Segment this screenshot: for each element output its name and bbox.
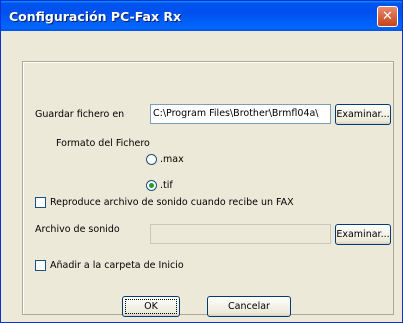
cancel-button[interactable]: Cancelar bbox=[207, 296, 291, 317]
format-tif-radio[interactable] bbox=[146, 180, 157, 191]
save-location-label: Guardar fichero en bbox=[35, 109, 125, 120]
title-bar[interactable]: Configuración PC-Fax Rx ✕ bbox=[1, 1, 402, 31]
save-path-field[interactable]: C:\Program Files\Brother\Brmfl04a\ bbox=[150, 104, 331, 124]
close-button[interactable]: ✕ bbox=[377, 6, 398, 27]
close-icon: ✕ bbox=[382, 9, 393, 24]
browse-sound-file-button[interactable]: Examinar... bbox=[335, 224, 391, 245]
window-title: Configuración PC-Fax Rx bbox=[9, 9, 182, 24]
dialog-body: Guardar fichero en C:\Program Files\Brot… bbox=[4, 31, 399, 319]
sound-file-field[interactable] bbox=[150, 224, 331, 244]
pc-fax-rx-dialog: Configuración PC-Fax Rx ✕ Guardar ficher… bbox=[0, 0, 403, 323]
file-format-label: Formato del Fichero bbox=[56, 138, 150, 149]
format-tif-label: .tif bbox=[160, 180, 173, 191]
play-sound-checkbox[interactable] bbox=[35, 197, 46, 208]
startup-checkbox[interactable] bbox=[35, 260, 46, 271]
radio-selected-dot bbox=[149, 183, 154, 188]
play-sound-label: Reproduce archivo de sonido cuando recib… bbox=[50, 197, 294, 208]
browse-save-path-button[interactable]: Examinar... bbox=[335, 104, 391, 125]
startup-label: Añadir a la carpeta de Inicio bbox=[50, 260, 184, 271]
sound-file-label: Archivo de sonido bbox=[35, 224, 120, 235]
settings-group: Guardar fichero en C:\Program Files\Brot… bbox=[22, 61, 394, 315]
ok-button[interactable]: OK bbox=[122, 296, 180, 317]
format-max-label: .max bbox=[160, 154, 184, 165]
format-max-radio[interactable] bbox=[146, 154, 157, 165]
